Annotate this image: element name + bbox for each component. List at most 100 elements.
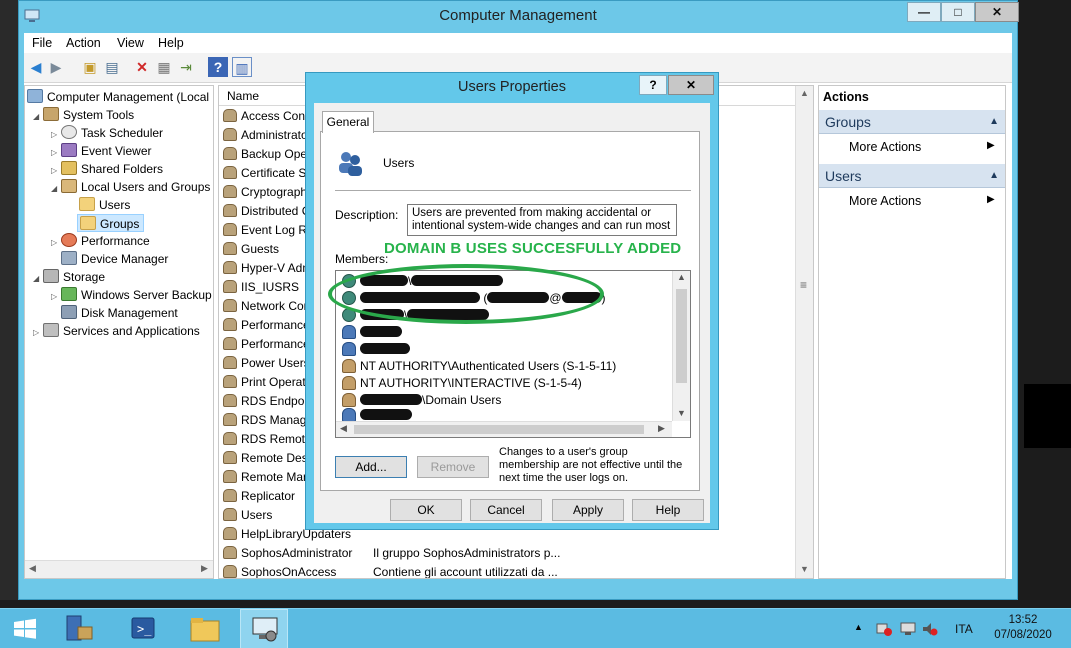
menu-view[interactable]: View xyxy=(117,36,144,50)
expand-arrow-icon[interactable]: ▷ xyxy=(51,234,61,252)
tree-item-performance[interactable]: ▷ Performance xyxy=(51,232,150,250)
list-item[interactable]: Performance xyxy=(223,316,310,335)
up-folder-icon[interactable]: ▣ xyxy=(80,57,100,77)
member-row[interactable]: NT AUTHORITY\INTERACTIVE (S-1-5-4) xyxy=(342,375,582,392)
back-arrow-icon[interactable]: ◀ xyxy=(26,57,46,77)
list-item[interactable]: Access Contr xyxy=(223,107,312,126)
list-item[interactable]: Certificate Se xyxy=(223,164,313,183)
properties-icon[interactable]: ▦ xyxy=(154,57,174,77)
network-icon[interactable] xyxy=(900,622,916,636)
menu-file[interactable]: File xyxy=(32,36,52,50)
show-hide-tree-icon[interactable]: ▤ xyxy=(102,57,122,77)
members-horizontal-scrollbar[interactable]: ◀ ▶ xyxy=(336,421,672,437)
column-name-header[interactable]: Name xyxy=(227,89,259,103)
menu-action[interactable]: Action xyxy=(66,36,101,50)
tree-item-device-manager[interactable]: Device Manager xyxy=(61,250,168,268)
description-field[interactable]: Users are prevented from making accident… xyxy=(407,204,677,236)
scroll-left-icon[interactable]: ◀ xyxy=(340,423,347,434)
windows-start-icon[interactable] xyxy=(6,613,44,645)
collapse-arrow-icon[interactable]: ◢ xyxy=(33,270,43,288)
scroll-down-icon[interactable]: ▼ xyxy=(677,408,686,418)
file-explorer-icon[interactable] xyxy=(186,613,224,645)
tree-item-disk-management[interactable]: Disk Management xyxy=(61,304,178,322)
collapse-icon[interactable]: ▲ xyxy=(989,164,999,188)
export-list-icon[interactable]: ⇥ xyxy=(176,57,196,77)
more-actions-groups[interactable]: More Actions ▶ xyxy=(849,140,995,154)
list-item[interactable]: Hyper-V Adm xyxy=(223,259,312,278)
list-item[interactable]: SophosOnAccess Contiene gli account utili… xyxy=(223,563,558,578)
list-item[interactable]: Performance xyxy=(223,335,310,354)
member-row[interactable]: NT AUTHORITY\Authenticated Users (S-1-5-… xyxy=(342,358,616,375)
scroll-right-icon[interactable]: ▶ xyxy=(658,423,665,434)
list-item[interactable]: Users xyxy=(223,506,272,525)
more-actions-users[interactable]: More Actions ▶ xyxy=(849,194,995,208)
collapse-icon[interactable]: ▲ xyxy=(989,110,999,134)
actions-users-header[interactable]: Users ▲ xyxy=(819,164,1005,188)
apply-button[interactable]: Apply xyxy=(552,499,624,521)
tree-item-root[interactable]: Computer Management (Local xyxy=(27,88,209,106)
remove-button[interactable]: Remove xyxy=(417,456,489,478)
title-bar[interactable]: Computer Management — □ ✕ xyxy=(19,1,1019,33)
powershell-icon[interactable]: >_ xyxy=(124,613,162,645)
list-item[interactable]: Cryptograph xyxy=(223,183,307,202)
members-vertical-scrollbar[interactable]: ▲ ▼ xyxy=(672,271,690,421)
list-item[interactable]: RDS Endpoin xyxy=(223,392,314,411)
list-item[interactable]: Replicator xyxy=(223,487,295,506)
help-button[interactable]: Help xyxy=(632,499,704,521)
list-item[interactable]: Guests xyxy=(223,240,279,259)
scroll-left-icon[interactable]: ◀ xyxy=(29,563,36,574)
scroll-thumb-grip-icon[interactable]: ≡ xyxy=(800,278,807,292)
list-item[interactable]: Backup Oper xyxy=(223,145,311,164)
expand-arrow-icon[interactable]: ▷ xyxy=(51,288,61,306)
list-item[interactable]: SophosAdministrator Il gruppo SophosAdmin… xyxy=(223,544,560,563)
tree-item-windows-server-backup[interactable]: ▷ Windows Server Backup xyxy=(51,286,212,304)
menu-help[interactable]: Help xyxy=(158,36,184,50)
network-warning-icon[interactable] xyxy=(876,622,892,636)
ok-button[interactable]: OK xyxy=(390,499,462,521)
help-icon[interactable]: ? xyxy=(208,57,228,77)
dialog-close-button[interactable]: ✕ xyxy=(668,75,714,95)
tree-item-groups[interactable]: Groups xyxy=(77,214,145,232)
delete-icon[interactable]: ✕ xyxy=(132,57,152,77)
tree-item-local-users-groups[interactable]: ◢ Local Users and Groups xyxy=(51,178,210,196)
scroll-up-icon[interactable]: ▲ xyxy=(677,272,686,282)
minimize-button[interactable]: — xyxy=(907,2,941,22)
tree-item-shared-folders[interactable]: ▷ Shared Folders xyxy=(51,160,163,178)
list-item[interactable]: Remote Desk xyxy=(223,449,314,468)
dialog-help-button[interactable]: ? xyxy=(639,75,667,95)
tree-item-task-scheduler[interactable]: ▷ Task Scheduler xyxy=(51,124,163,142)
list-item[interactable]: Power Users xyxy=(223,354,310,373)
tree-item-services-apps[interactable]: ▷ Services and Applications xyxy=(33,322,200,340)
list-item[interactable]: Print Operato xyxy=(223,373,312,392)
list-item[interactable]: Event Log Re xyxy=(223,221,314,240)
list-vertical-scrollbar[interactable]: ▲ ≡ ▼ xyxy=(795,86,813,578)
tree-item-system-tools[interactable]: ◢ System Tools xyxy=(33,106,134,124)
maximize-button[interactable]: □ xyxy=(941,2,975,22)
close-button[interactable]: ✕ xyxy=(975,2,1019,22)
list-item[interactable]: Network Cor xyxy=(223,297,308,316)
forward-arrow-icon[interactable]: ▶ xyxy=(46,57,66,77)
computer-management-taskbar-button[interactable] xyxy=(240,609,288,648)
actions-groups-header[interactable]: Groups ▲ xyxy=(819,110,1005,134)
list-item[interactable]: RDS Manage xyxy=(223,411,313,430)
expand-arrow-icon[interactable]: ▷ xyxy=(33,324,43,342)
scroll-right-icon[interactable]: ▶ xyxy=(201,563,208,574)
member-row[interactable] xyxy=(342,341,410,358)
volume-muted-icon[interactable] xyxy=(922,622,938,636)
cancel-button[interactable]: Cancel xyxy=(470,499,542,521)
show-hidden-icons-icon[interactable]: ▲ xyxy=(854,622,863,632)
collapse-arrow-icon[interactable]: ◢ xyxy=(33,108,43,126)
scroll-thumb[interactable] xyxy=(354,425,644,434)
scroll-thumb[interactable] xyxy=(676,289,687,383)
tree-item-storage[interactable]: ◢ Storage xyxy=(33,268,105,286)
scroll-up-icon[interactable]: ▲ xyxy=(800,88,809,98)
list-item[interactable]: Distributed C xyxy=(223,202,310,221)
tab-general[interactable]: General xyxy=(322,111,374,133)
show-action-pane-icon[interactable]: ▥ xyxy=(232,57,252,77)
list-item[interactable]: Remote Man xyxy=(223,468,310,487)
tree-item-users[interactable]: Users xyxy=(79,196,130,214)
collapse-arrow-icon[interactable]: ◢ xyxy=(51,180,61,198)
add-button[interactable]: Add... xyxy=(335,456,407,478)
tree-item-event-viewer[interactable]: ▷ Event Viewer xyxy=(51,142,151,160)
scroll-down-icon[interactable]: ▼ xyxy=(800,564,809,574)
